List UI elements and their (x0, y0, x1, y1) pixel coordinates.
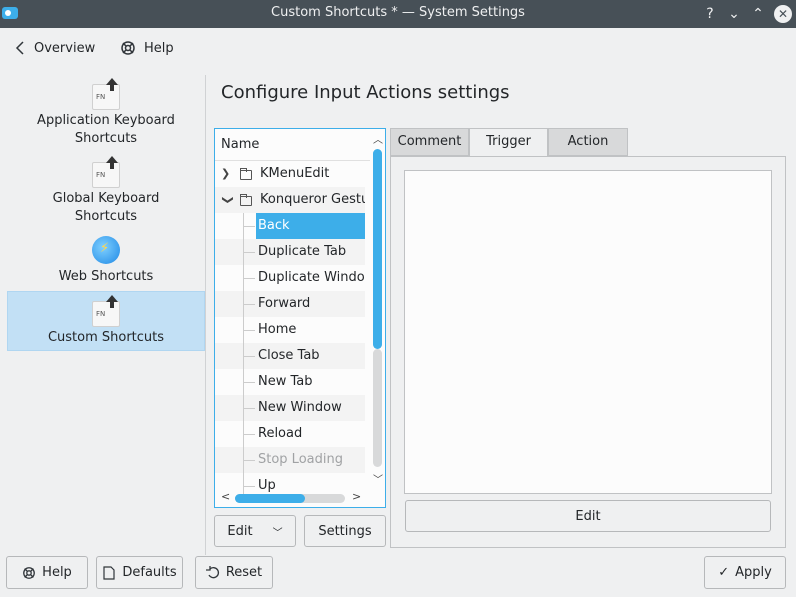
tree-item-back[interactable]: Back (215, 213, 365, 239)
sidebar-item-label: Application Keyboard (37, 113, 175, 128)
sidebar-item-global-keyboard-shortcuts[interactable]: FN Global Keyboard Shortcuts (7, 156, 205, 232)
tree-item-label: Duplicate Tab (258, 244, 347, 259)
help-button[interactable]: Help (120, 36, 174, 60)
sidebar-item-label: Shortcuts (74, 209, 138, 224)
sidebar-item-label: Shortcuts (74, 131, 138, 146)
page-title: Configure Input Actions settings (221, 82, 510, 103)
tree-item-reload[interactable]: Reload (215, 421, 365, 447)
gesture-preview (404, 170, 772, 494)
scrollbar-track[interactable] (373, 349, 382, 467)
scroll-down-icon[interactable]: ﹀ (373, 471, 383, 486)
tree-vertical-scrollbar[interactable]: ︿ ﹀ (370, 129, 385, 489)
scroll-up-icon[interactable]: ︿ (373, 131, 383, 146)
globe-icon (92, 236, 120, 264)
tree-rows: ❯ KMenuEdit ❯ Konqueror Gestures Back Du… (215, 161, 365, 499)
reset-button[interactable]: Reset (195, 556, 273, 589)
tree-item-home[interactable]: Home (215, 317, 365, 343)
sidebar-item-label: Web Shortcuts (58, 269, 154, 284)
tab-trigger[interactable]: Trigger (469, 128, 548, 157)
defaults-button[interactable]: Defaults (96, 556, 183, 589)
chevron-right-icon[interactable]: ❯ (221, 161, 230, 187)
actions-tree[interactable]: Name ❯ KMenuEdit ❯ Konqueror Gestures Ba… (214, 128, 386, 508)
sidebar-item-application-keyboard-shortcuts[interactable]: FN Application Keyboard Shortcuts (7, 78, 205, 154)
sidebar: FN Application Keyboard Shortcuts FN Glo… (7, 75, 205, 555)
overview-label: Overview (34, 40, 96, 56)
folder-icon (240, 194, 252, 206)
folder-icon (240, 168, 252, 180)
sidebar-divider (205, 75, 206, 555)
tree-item-label: Home (258, 322, 297, 337)
tree-group-kmenuedit[interactable]: ❯ KMenuEdit (215, 161, 365, 187)
settings-button[interactable]: Settings (304, 515, 386, 547)
keyboard-fn-icon: FN (92, 295, 120, 327)
lifebuoy-icon (23, 566, 36, 579)
tree-item-duplicate-window[interactable]: Duplicate Window (215, 265, 365, 291)
trigger-tab-panel: Edit (390, 156, 786, 548)
chevron-down-icon[interactable]: ❯ (215, 195, 241, 204)
tree-column-header-name[interactable]: Name (215, 129, 370, 161)
chevron-down-icon: ﹀ (272, 527, 283, 539)
checkmark-icon: ✓ (718, 565, 730, 580)
lifebuoy-icon (121, 41, 135, 55)
maximize-icon[interactable]: ⌃ (748, 4, 768, 24)
footer-help-label: Help (42, 565, 72, 580)
sidebar-item-label: Custom Shortcuts (47, 330, 165, 345)
scrollbar-thumb[interactable] (235, 494, 305, 503)
scroll-right-icon[interactable]: > (352, 490, 361, 503)
help-icon[interactable]: ? (700, 4, 720, 24)
scroll-left-icon[interactable]: < (221, 490, 230, 503)
edit-menu-label: Edit (227, 523, 253, 539)
tree-group-label: KMenuEdit (260, 166, 330, 181)
tree-item-close-tab[interactable]: Close Tab (215, 343, 365, 369)
tree-group-konqueror-gestures[interactable]: ❯ Konqueror Gestures (215, 187, 365, 213)
document-restore-icon (103, 565, 115, 580)
overview-button[interactable]: Overview (14, 36, 95, 60)
tree-horizontal-scrollbar[interactable]: < > (215, 489, 370, 507)
reset-label: Reset (225, 565, 263, 580)
close-icon[interactable]: ✕ (774, 5, 792, 23)
footer-help-button[interactable]: Help (6, 556, 88, 589)
back-arrow-icon (15, 41, 24, 55)
sidebar-item-label: Global Keyboard (52, 191, 160, 206)
help-label: Help (144, 40, 174, 56)
tree-item-label: Close Tab (258, 348, 320, 363)
tab-action[interactable]: Action (548, 128, 628, 156)
edit-menu-button[interactable]: Edit ﹀ (214, 515, 296, 547)
gesture-stroke (429, 329, 747, 333)
tree-item-label: Forward (258, 296, 311, 311)
tree-item-label: Back (258, 218, 290, 233)
tree-item-label: Duplicate Window (258, 270, 365, 285)
title-bar: Custom Shortcuts * — System Settings ? ⌄… (0, 0, 796, 28)
keyboard-fn-icon: FN (92, 156, 120, 188)
toolbar: Overview Help (0, 28, 796, 68)
minimize-icon[interactable]: ⌄ (724, 4, 744, 24)
tree-item-label: New Tab (258, 374, 313, 389)
tab-comment[interactable]: Comment (390, 128, 469, 156)
tree-item-new-tab[interactable]: New Tab (215, 369, 365, 395)
edit-gesture-button[interactable]: Edit (405, 500, 771, 532)
tree-item-label: Stop Loading (258, 452, 343, 467)
tree-item-label: Reload (258, 426, 303, 441)
keyboard-fn-icon: FN (92, 78, 120, 110)
sidebar-item-custom-shortcuts[interactable]: FN Custom Shortcuts (7, 291, 205, 351)
window-title: Custom Shortcuts * — System Settings (271, 5, 525, 20)
tree-group-label: Konqueror Gestures (260, 192, 365, 207)
defaults-label: Defaults (122, 565, 177, 580)
scrollbar-thumb[interactable] (373, 149, 382, 349)
tree-item-label: New Window (258, 400, 342, 415)
tree-item-duplicate-tab[interactable]: Duplicate Tab (215, 239, 365, 265)
tree-item-new-window[interactable]: New Window (215, 395, 365, 421)
tree-item-forward[interactable]: Forward (215, 291, 365, 317)
apply-label: Apply (735, 565, 772, 580)
apply-button[interactable]: ✓ Apply (704, 556, 786, 589)
undo-icon (205, 565, 219, 578)
tree-item-stop-loading[interactable]: Stop Loading (215, 447, 365, 473)
sidebar-item-web-shortcuts[interactable]: Web Shortcuts (7, 236, 205, 290)
